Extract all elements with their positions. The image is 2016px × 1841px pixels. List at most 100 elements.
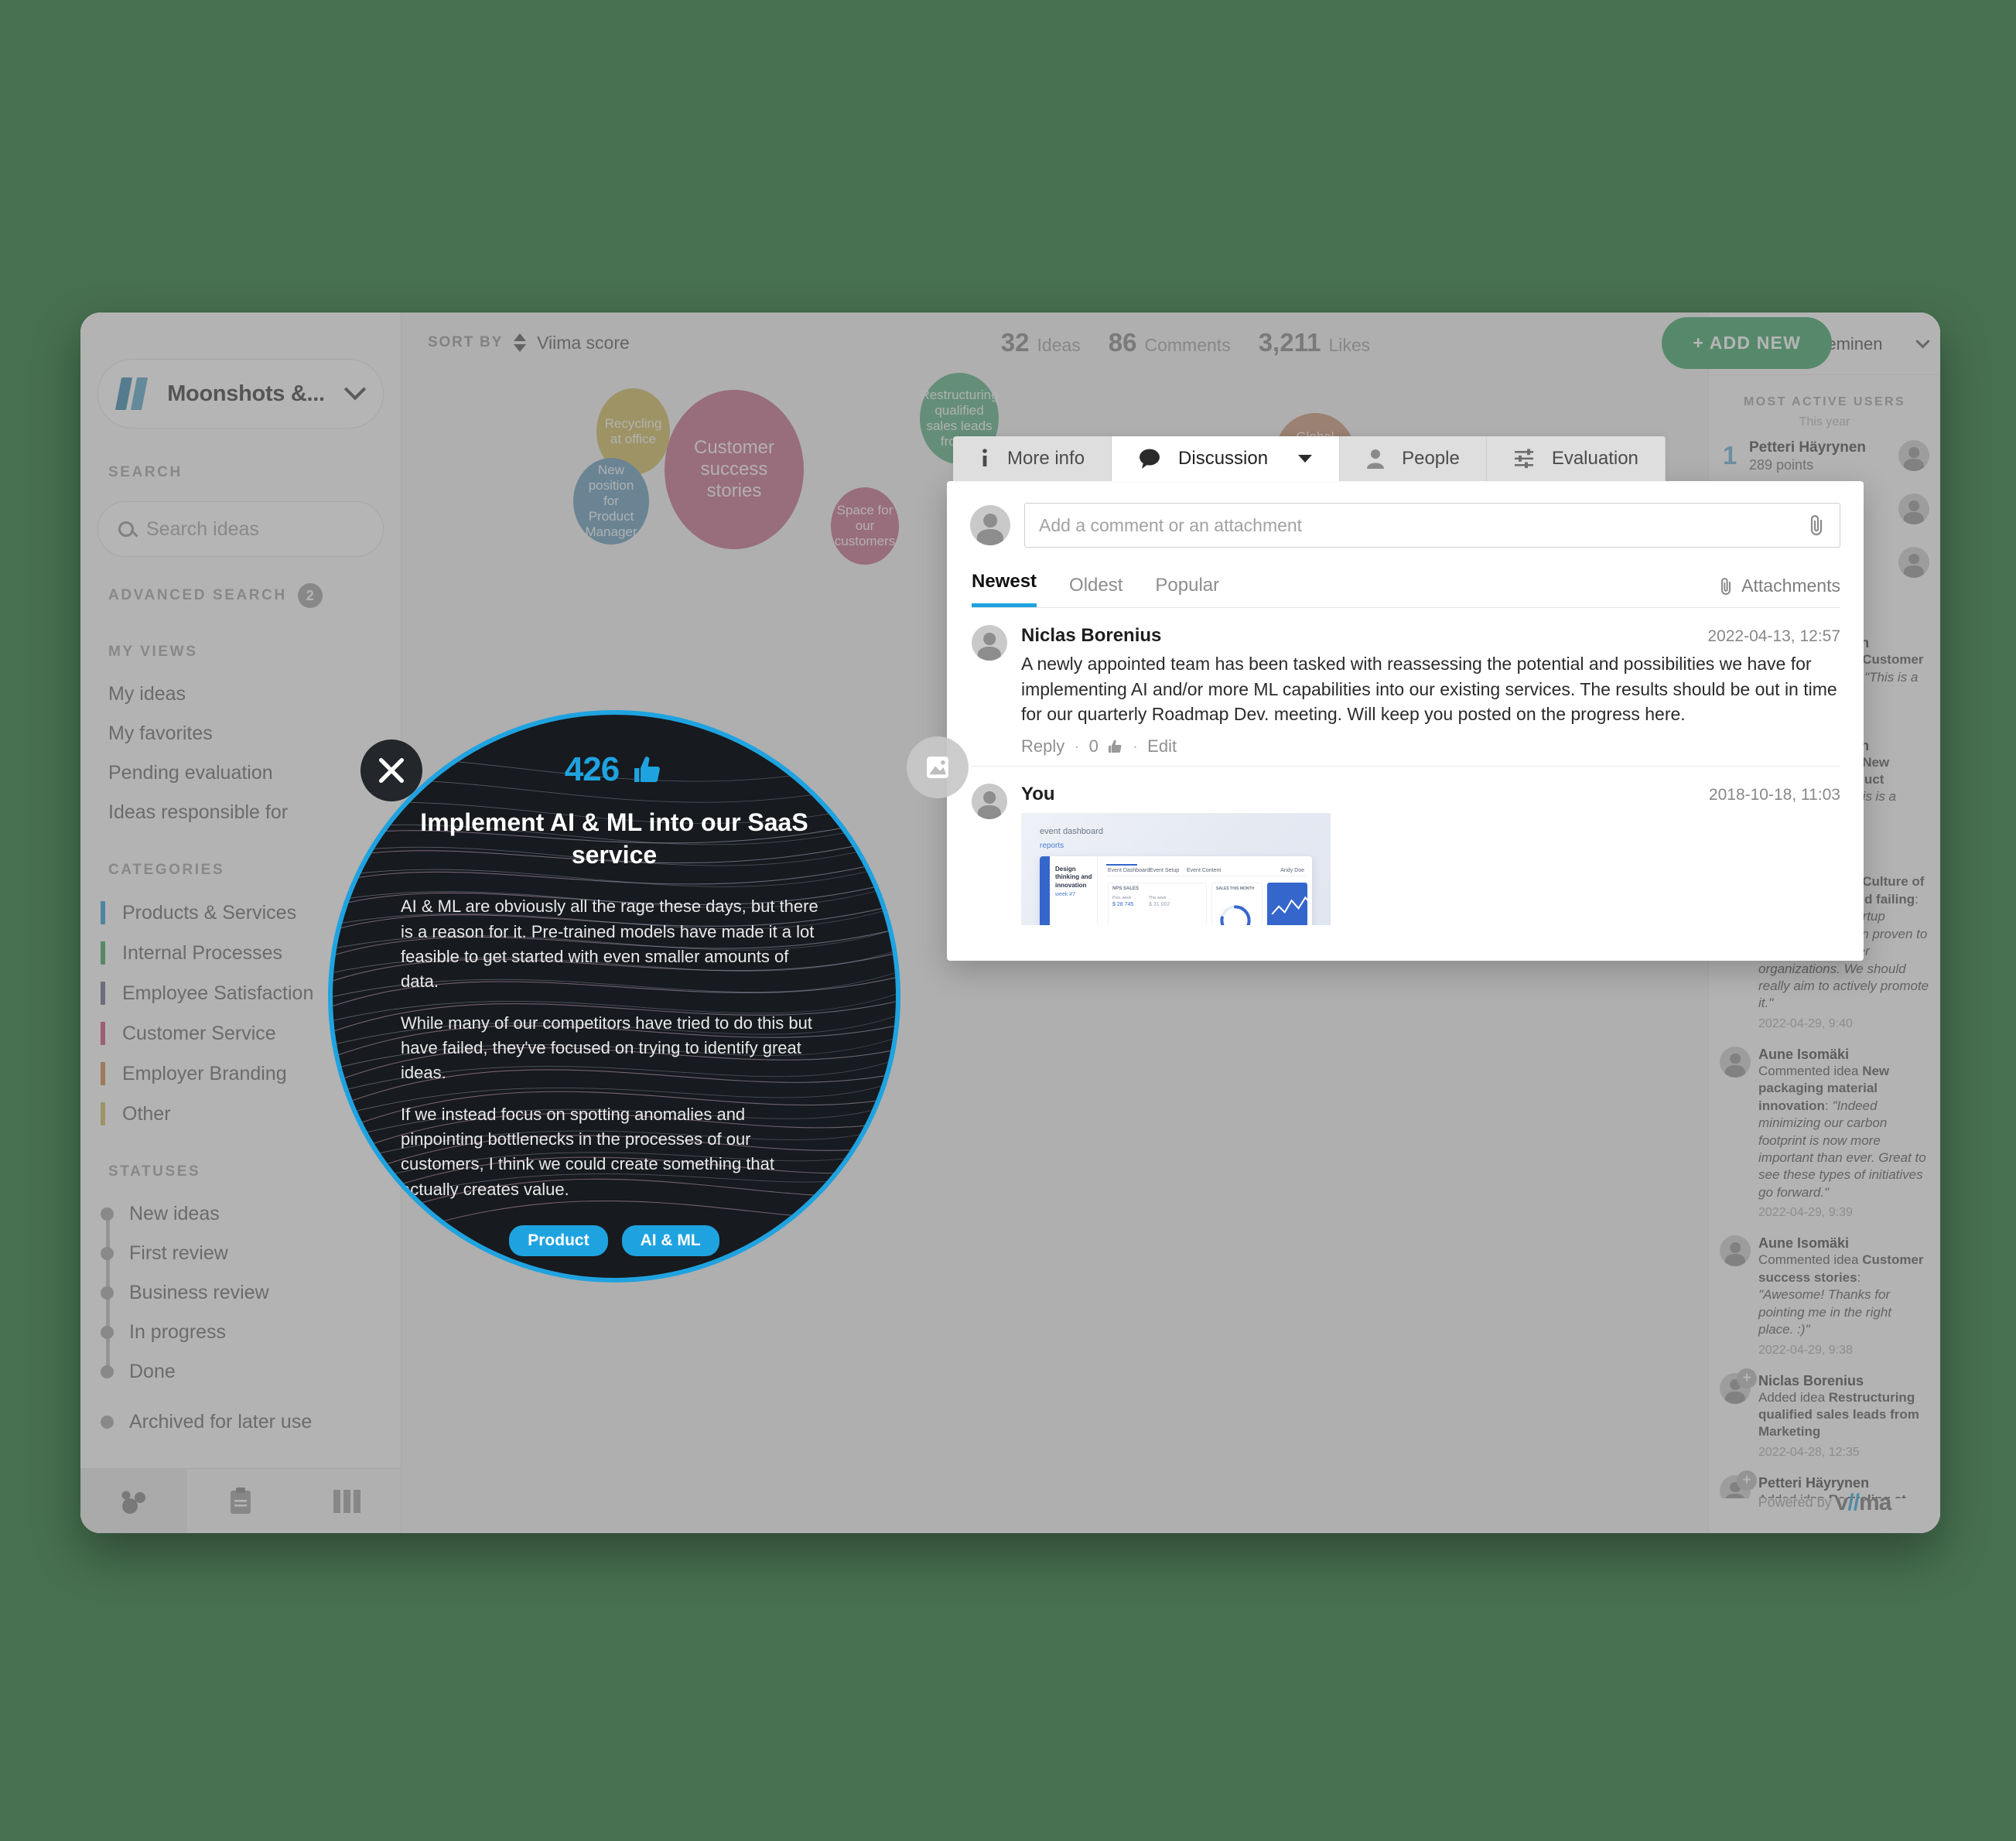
- status-label: New ideas: [129, 1203, 220, 1224]
- activity-action: Commented idea: [1758, 1063, 1863, 1078]
- status-dot-icon: [101, 1286, 114, 1300]
- tab-label: Evaluation: [1551, 448, 1638, 469]
- chevron-down-icon[interactable]: [1297, 453, 1313, 464]
- tab-label: People: [1402, 448, 1460, 469]
- viima-wordmark: v//ma: [1835, 1490, 1892, 1515]
- gif-panel-highlight: [1267, 882, 1312, 925]
- sidebar-item-my-ideas[interactable]: My ideas: [80, 675, 401, 714]
- separator: ·: [1074, 736, 1080, 756]
- idea-like-control[interactable]: 426: [565, 750, 664, 789]
- gif-title: event dashboard: [1040, 826, 1103, 836]
- avatar: [1898, 440, 1929, 472]
- list-item[interactable]: 1 Petteri Häyrynen 289 points: [1709, 429, 1940, 483]
- comment-input[interactable]: Add a comment or an attachment: [1024, 503, 1840, 548]
- filter-popular[interactable]: Popular: [1155, 575, 1219, 607]
- sidebar-item-business-review[interactable]: Business review: [80, 1273, 401, 1313]
- sidebar-item-archived[interactable]: Archived for later use: [80, 1402, 401, 1442]
- idea-bubble[interactable]: Customer success stories: [665, 390, 804, 549]
- comment-composer: Add a comment or an attachment: [947, 481, 1864, 548]
- idea-bubble[interactable]: Space for our customers: [831, 487, 899, 565]
- category-color-swatch: [101, 982, 105, 1005]
- rank-position: 1: [1722, 441, 1738, 470]
- reply-button[interactable]: Reply: [1021, 736, 1064, 757]
- clipboard-icon: [231, 1487, 251, 1514]
- tab-evaluation[interactable]: Evaluation: [1486, 436, 1666, 481]
- activity-time: 2022-04-29, 9:38: [1758, 1343, 1853, 1357]
- idea-paragraph: AI & ML are obviously all the rage these…: [401, 897, 818, 991]
- idea-bubble-label: Recycling at office: [604, 415, 662, 446]
- add-new-button[interactable]: + ADD NEW: [1662, 316, 1832, 369]
- gif-prev-value: $ 28 745: [1112, 901, 1134, 907]
- sidebar-tab-bubbles[interactable]: [80, 1469, 187, 1533]
- image-button[interactable]: [907, 736, 969, 798]
- filter-attachments[interactable]: Attachments: [1718, 576, 1840, 607]
- tab-more-info[interactable]: More info: [953, 436, 1112, 481]
- activity-time: 2022-04-28, 12:35: [1758, 1445, 1860, 1459]
- idea-detail-tabs: More info Discussion People Evaluation: [953, 436, 1666, 481]
- gif-panel-a-label: NPS SALES: [1112, 886, 1140, 891]
- paperclip-icon[interactable]: [1807, 514, 1826, 536]
- most-active-users-period: This year: [1799, 415, 1850, 429]
- sort-by-control[interactable]: SORT BY Viima score: [428, 333, 630, 354]
- idea-title: Implement AI & ML into our SaaS service: [420, 808, 808, 869]
- sort-direction-icon[interactable]: [514, 333, 527, 352]
- comment-item: Niclas Borenius 2022-04-13, 12:57 A newl…: [972, 608, 1840, 767]
- tab-discussion[interactable]: Discussion: [1112, 436, 1341, 481]
- chevron-down-icon: [343, 378, 367, 401]
- status-label: In progress: [129, 1321, 227, 1343]
- close-button[interactable]: [360, 739, 422, 801]
- info-icon: [982, 449, 987, 466]
- category-color-swatch: [101, 1102, 105, 1125]
- sidebar-item-in-progress[interactable]: In progress: [80, 1313, 401, 1352]
- search-input[interactable]: Search ideas: [97, 501, 384, 557]
- status-dot-icon: [101, 1247, 114, 1260]
- comment-time: 2022-04-13, 12:57: [1707, 627, 1840, 645]
- thumbs-up-icon[interactable]: [633, 754, 664, 785]
- advanced-search-toggle[interactable]: ADVANCED SEARCH 2: [108, 583, 401, 608]
- like-count: 0: [1088, 736, 1099, 756]
- comments-count: 86: [1108, 328, 1137, 357]
- idea-bubble[interactable]: New position for Product Manager: [573, 458, 649, 545]
- search-placeholder: Search ideas: [146, 517, 259, 540]
- tab-people[interactable]: People: [1340, 436, 1487, 481]
- sidebar-tab-kanban[interactable]: [294, 1469, 401, 1533]
- list-item[interactable]: Aune Isomäki Commented idea New packagin…: [1709, 1036, 1940, 1225]
- ideas-label: Ideas: [1037, 335, 1081, 355]
- list-item[interactable]: + Niclas Borenius Added idea Restructuri…: [1709, 1362, 1940, 1464]
- board-switcher[interactable]: Moonshots &...: [97, 359, 384, 429]
- plus-icon: +: [1737, 1470, 1757, 1491]
- comment-item: You 2018-10-18, 11:03 event dashboard re…: [972, 767, 1840, 925]
- category-label: Other: [122, 1102, 171, 1125]
- status-label: Business review: [129, 1282, 269, 1303]
- gif-nav-item: Event Setup: [1150, 867, 1180, 873]
- person-icon: [1367, 449, 1385, 469]
- list-item[interactable]: Aune Isomäki Commented idea Customer suc…: [1709, 1224, 1940, 1361]
- thumbs-up-icon[interactable]: [1108, 739, 1123, 754]
- sidebar-item-done[interactable]: Done: [80, 1352, 401, 1392]
- avatar: [972, 625, 1007, 661]
- category-label: Products & Services: [122, 901, 297, 924]
- activity-time: 2022-04-29, 9:40: [1758, 1016, 1853, 1030]
- category-label: Employee Satisfaction: [122, 982, 314, 1004]
- filter-oldest[interactable]: Oldest: [1069, 575, 1122, 607]
- activity-action: Commented idea: [1758, 1252, 1863, 1268]
- filter-newest[interactable]: Newest: [972, 571, 1037, 607]
- sidebar-tab-list[interactable]: [187, 1469, 294, 1533]
- rank-user-name: Petteri Häyrynen: [1749, 439, 1867, 456]
- search-heading: SEARCH: [108, 464, 183, 480]
- gif-sparkline: [1271, 896, 1312, 915]
- attachment-preview[interactable]: event dashboard reports Design thinking …: [1021, 812, 1331, 925]
- sidebar-view-tabs: [80, 1468, 401, 1533]
- board-name: Moonshots &...: [167, 381, 325, 406]
- avatar: [1720, 1046, 1751, 1078]
- gif-gauge: [1220, 905, 1251, 925]
- activity-user: Niclas Borenius: [1758, 1372, 1864, 1388]
- comment-filters: Newest Oldest Popular Attachments: [972, 571, 1840, 608]
- edit-button[interactable]: Edit: [1147, 736, 1177, 757]
- comment-actions: Reply · 0 · Edit: [1021, 736, 1840, 757]
- app-window: Moonshots &... SEARCH Search ideas ADVAN…: [80, 313, 1940, 1533]
- idea-tag-ai-ml[interactable]: AI & ML: [621, 1224, 719, 1256]
- likes-label: Likes: [1328, 335, 1371, 355]
- idea-description: AI & ML are obviously all the rage these…: [401, 894, 828, 1201]
- idea-tag-product[interactable]: Product: [509, 1224, 608, 1256]
